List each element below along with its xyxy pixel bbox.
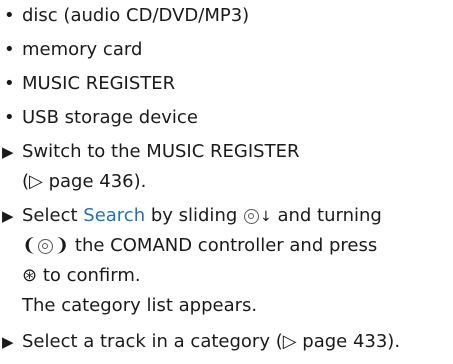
step-marker: ▶ — [2, 333, 14, 351]
step-prefix: Select — [22, 205, 84, 226]
turn-left-icon: ❨ — [22, 235, 38, 256]
list-item-text: memory card — [22, 39, 143, 60]
manual-page: • disc (audio CD/DVD/MP3) • memory card … — [0, 0, 453, 364]
step-marker: ▶ — [2, 143, 14, 161]
bullet-marker: • — [4, 73, 15, 94]
step-text-part: by sliding — [145, 205, 243, 226]
page-reference: (▷ page 436). — [22, 171, 147, 192]
list-item-text: disc (audio CD/DVD/MP3) — [22, 5, 250, 26]
step-text-part: and turning — [271, 205, 382, 226]
list-item-text: MUSIC REGISTER — [22, 73, 176, 94]
turn-right-icon: ❩ — [54, 235, 70, 256]
slide-down-icon: ↓ — [260, 209, 272, 225]
step-marker: ▶ — [2, 207, 14, 225]
press-icon: ⊛ — [22, 265, 38, 286]
step-continuation: ⊛ to confirm. — [22, 264, 141, 288]
step-continuation: ❨ ❩ the COMAND controller and press — [22, 234, 377, 258]
step-text: Select a track in a category (▷ page 433… — [22, 331, 401, 352]
step-text-part: to confirm. — [37, 265, 141, 286]
step-result: The category list appears. — [22, 295, 258, 316]
bullet-marker: • — [4, 39, 15, 60]
step-text: Switch to the MUSIC REGISTER — [22, 141, 300, 162]
search-menu-item: Search — [83, 205, 146, 226]
controller-icon — [38, 238, 54, 254]
step-text: Select Search by sliding ↓ and turning — [22, 204, 382, 229]
bullet-marker: • — [4, 107, 15, 128]
controller-icon — [244, 208, 259, 224]
step-text-part: the COMAND controller and press — [69, 235, 378, 256]
bullet-marker: • — [4, 5, 15, 26]
list-item-text: USB storage device — [22, 107, 198, 128]
